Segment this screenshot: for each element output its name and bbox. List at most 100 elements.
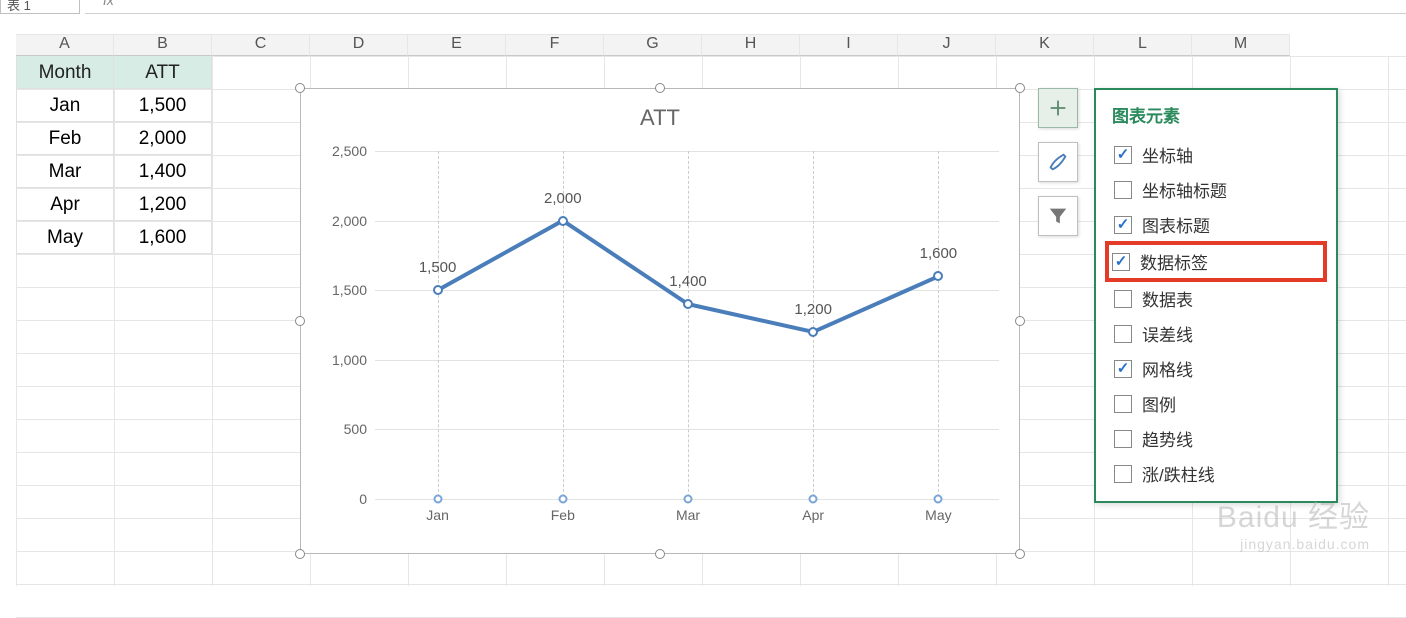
header-month[interactable]: Month (16, 56, 114, 89)
line-series[interactable] (375, 151, 1001, 499)
option-label: 涨/跌柱线 (1142, 461, 1215, 486)
col-head-h[interactable]: H (702, 34, 800, 56)
x-tick: Jan (426, 507, 449, 523)
resize-handle-tm[interactable] (655, 83, 665, 93)
header-att[interactable]: ATT (114, 56, 212, 89)
col-head-k[interactable]: K (996, 34, 1094, 56)
checkbox[interactable] (1114, 395, 1132, 413)
col-head-j[interactable]: J (898, 34, 996, 56)
resize-handle-mr[interactable] (1015, 316, 1025, 326)
chart-element-option[interactable]: 坐标轴 (1112, 137, 1320, 172)
checkbox[interactable] (1114, 146, 1132, 164)
panel-title: 图表元素 (1112, 102, 1320, 127)
chart-element-option[interactable]: 坐标轴标题 (1112, 172, 1320, 207)
col-head-d[interactable]: D (310, 34, 408, 56)
option-label: 坐标轴标题 (1142, 177, 1227, 202)
chart-styles-button[interactable] (1038, 142, 1078, 182)
data-range[interactable]: Month ATT Jan1,500Feb2,000Mar1,400Apr1,2… (16, 56, 212, 254)
col-head-m[interactable]: M (1192, 34, 1290, 56)
option-label: 趋势线 (1142, 426, 1193, 451)
resize-handle-tl[interactable] (295, 83, 305, 93)
data-label[interactable]: 2,000 (544, 190, 582, 215)
chart-side-buttons (1038, 88, 1078, 250)
resize-handle-br[interactable] (1015, 549, 1025, 559)
marker[interactable] (558, 216, 568, 226)
chart-element-option[interactable]: 数据标签 (1108, 244, 1324, 279)
col-head-c[interactable]: C (212, 34, 310, 56)
chart-element-option[interactable]: 网格线 (1112, 351, 1320, 386)
formula-bar[interactable]: fx (85, 0, 1406, 14)
col-head-e[interactable]: E (408, 34, 506, 56)
cell-month[interactable]: Mar (16, 155, 114, 188)
checkbox[interactable] (1114, 360, 1132, 378)
marker[interactable] (933, 271, 943, 281)
fx-icon: fx (85, 0, 114, 8)
option-label: 图例 (1142, 391, 1176, 416)
chart-elements-button[interactable] (1038, 88, 1078, 128)
col-head-g[interactable]: G (604, 34, 702, 56)
col-head-l[interactable]: L (1094, 34, 1192, 56)
chart-element-option[interactable]: 数据表 (1112, 281, 1320, 316)
col-head-a[interactable]: A (16, 34, 114, 56)
option-label: 图表标题 (1142, 212, 1210, 237)
plot-area[interactable]: 05001,0001,5002,0002,500JanFebMarAprMay1… (375, 151, 999, 497)
col-head-f[interactable]: F (506, 34, 604, 56)
chart-element-option[interactable]: 涨/跌柱线 (1112, 456, 1320, 491)
col-head-b[interactable]: B (114, 34, 212, 56)
chart-element-option[interactable]: 趋势线 (1112, 421, 1320, 456)
column-headers: ABCDEFGHIJKLM (16, 34, 1290, 56)
checkbox[interactable] (1114, 216, 1132, 234)
cell-month[interactable]: Feb (16, 122, 114, 155)
resize-handle-bl[interactable] (295, 549, 305, 559)
x-tick: Apr (802, 507, 824, 523)
y-tick: 500 (319, 421, 367, 437)
plus-icon (1047, 97, 1069, 119)
checkbox[interactable] (1114, 430, 1132, 448)
chart-elements-panel[interactable]: 图表元素 坐标轴坐标轴标题图表标题数据标签数据表误差线网格线图例趋势线涨/跌柱线 (1094, 88, 1338, 503)
chart-element-option[interactable]: 图例 (1112, 386, 1320, 421)
data-label[interactable]: 1,600 (920, 245, 958, 270)
checkbox[interactable] (1114, 181, 1132, 199)
marker[interactable] (808, 327, 818, 337)
marker[interactable] (433, 285, 443, 295)
resize-handle-ml[interactable] (295, 316, 305, 326)
chart-title[interactable]: ATT (301, 105, 1019, 131)
cell-att[interactable]: 1,500 (114, 89, 212, 122)
chart-element-option[interactable]: 误差线 (1112, 316, 1320, 351)
brush-icon (1047, 151, 1069, 173)
chart-filter-button[interactable] (1038, 196, 1078, 236)
option-label: 数据标签 (1140, 249, 1208, 274)
checkbox[interactable] (1114, 325, 1132, 343)
y-tick: 1,000 (319, 352, 367, 368)
option-label: 网格线 (1142, 356, 1193, 381)
data-label[interactable]: 1,500 (419, 259, 457, 284)
option-label: 坐标轴 (1142, 142, 1193, 167)
checkbox[interactable] (1114, 290, 1132, 308)
cell-att[interactable]: 1,200 (114, 188, 212, 221)
y-tick: 2,000 (319, 213, 367, 229)
cell-att[interactable]: 1,600 (114, 221, 212, 254)
cell-att[interactable]: 2,000 (114, 122, 212, 155)
checkbox[interactable] (1112, 253, 1130, 271)
option-label: 数据表 (1142, 286, 1193, 311)
chart-element-option[interactable]: 图表标题 (1112, 207, 1320, 242)
x-tick: Feb (551, 507, 575, 523)
cell-month[interactable]: May (16, 221, 114, 254)
data-label[interactable]: 1,200 (794, 301, 832, 326)
marker[interactable] (683, 299, 693, 309)
resize-handle-tr[interactable] (1015, 83, 1025, 93)
col-head-i[interactable]: I (800, 34, 898, 56)
y-tick: 0 (319, 491, 367, 507)
cell-month[interactable]: Jan (16, 89, 114, 122)
checkbox[interactable] (1114, 465, 1132, 483)
name-box[interactable]: 表 1 (0, 0, 80, 14)
cell-month[interactable]: Apr (16, 188, 114, 221)
cell-att[interactable]: 1,400 (114, 155, 212, 188)
x-tick: Mar (676, 507, 700, 523)
funnel-icon (1047, 205, 1069, 227)
embedded-chart[interactable]: ATT 0 500 1,000 1,500 2,000 2,500 Jan Feb Mar Apr… (300, 88, 1020, 554)
option-label: 误差线 (1142, 321, 1193, 346)
resize-handle-bm[interactable] (655, 549, 665, 559)
y-tick: 2,500 (319, 143, 367, 159)
data-label[interactable]: 1,400 (669, 273, 707, 298)
